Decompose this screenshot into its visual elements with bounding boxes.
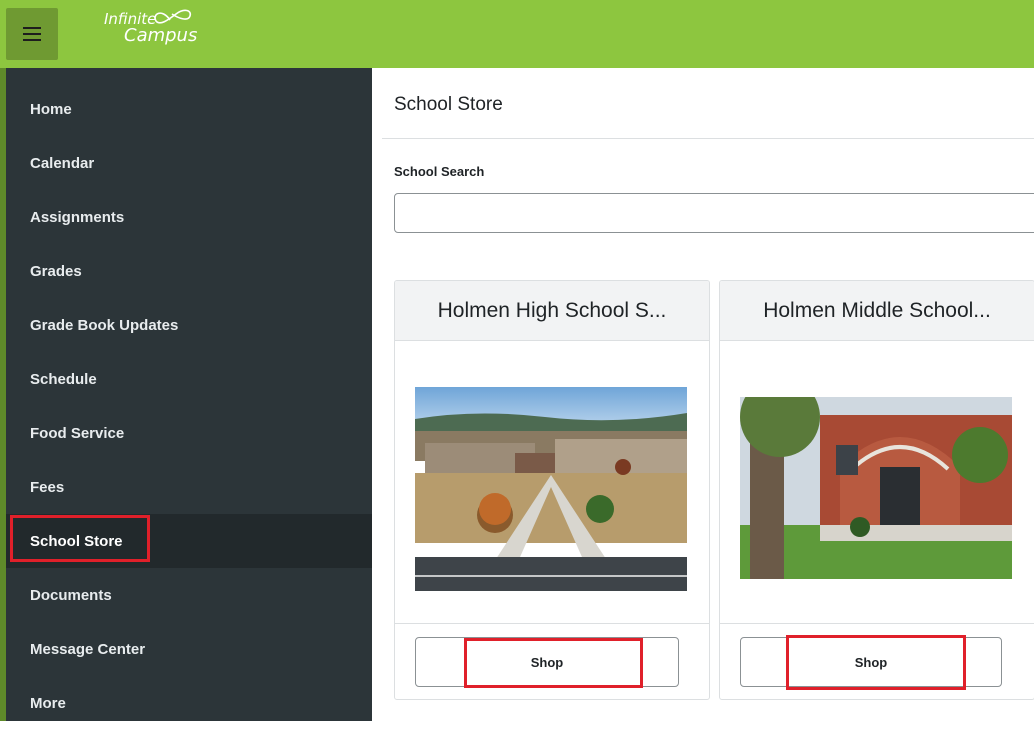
main-content: School Store School Search Holmen High S… [372,68,1034,721]
top-bar: Infinite Campus [0,0,1034,68]
sidebar-item-message-center[interactable]: Message Center [6,622,372,676]
card-divider [720,623,1034,624]
highlight-box [10,515,150,562]
sidebar-item-label: Message Center [30,640,146,658]
sidebar-item-food-service[interactable]: Food Service [6,406,372,460]
sidebar-item-label: Food Service [30,424,125,442]
store-card-title: Holmen High School S... [395,281,709,341]
sidebar-item-fees[interactable]: Fees [6,460,372,514]
sidebar-item-grade-book-updates[interactable]: Grade Book Updates [6,298,372,352]
sidebar-item-label: Assignments [30,208,125,226]
holmen-middle-school-photo [740,397,1012,579]
sidebar-item-label: More [30,694,66,712]
store-card-title: Holmen Middle School... [720,281,1034,341]
sidebar-item-grades[interactable]: Grades [6,244,372,298]
page-title: School Store [394,94,503,115]
logo-text-campus: Campus [124,25,198,46]
hamburger-menu-icon[interactable] [6,8,58,60]
sidebar-item-label: Grades [30,262,82,280]
sidebar-item-documents[interactable]: Documents [6,568,372,622]
store-card: Holmen High School S... Shop [394,280,710,700]
sidebar-item-label: Grade Book Updates [30,316,179,334]
card-divider [395,623,709,624]
sidebar-item-calendar[interactable]: Calendar [6,136,372,190]
school-search-input[interactable] [394,193,1034,233]
sidebar-nav: Home Calendar Assignments Grades Grade B… [0,68,372,721]
sidebar-item-schedule[interactable]: Schedule [6,352,372,406]
title-divider [382,138,1034,139]
highlight-box [786,635,966,690]
sidebar-item-label: Fees [30,478,65,496]
sidebar-item-home[interactable]: Home [6,82,372,136]
highlight-box [464,638,643,688]
sidebar-item-more[interactable]: More [6,676,372,730]
sidebar-item-label: Schedule [30,370,97,388]
sidebar-item-label: Home [30,100,72,118]
sidebar-item-label: Calendar [30,154,95,172]
school-search-label: School Search [394,164,485,179]
sidebar-item-assignments[interactable]: Assignments [6,190,372,244]
sidebar-item-label: Documents [30,586,112,604]
infinity-swirl-icon [154,9,192,24]
infinite-campus-logo[interactable]: Infinite Campus [100,6,230,54]
holmen-high-school-photo [415,387,687,591]
